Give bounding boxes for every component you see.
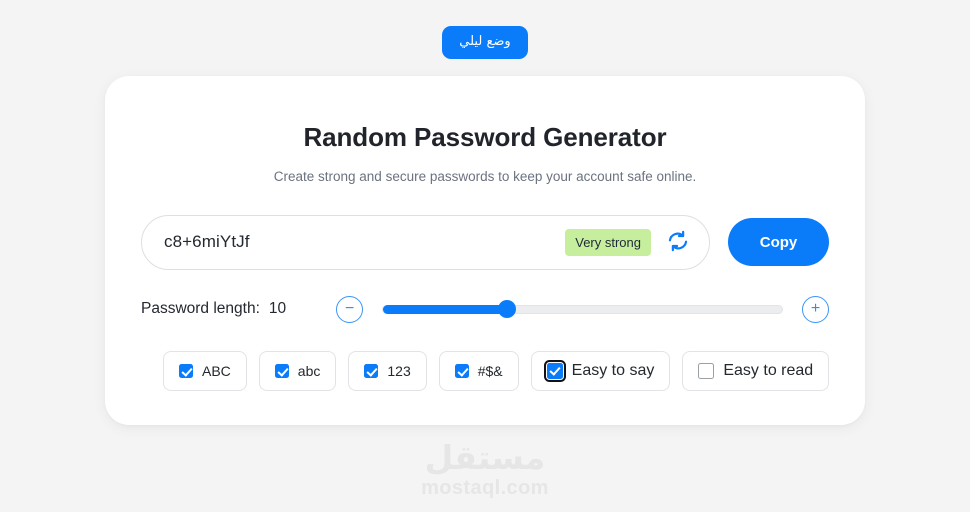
slider-thumb[interactable]	[497, 300, 516, 319]
option-label-symbols: #$&	[477, 362, 503, 379]
refresh-icon	[667, 230, 689, 255]
option-symbols[interactable]: #$&	[438, 350, 519, 391]
option-label-uppercase: ABC	[202, 362, 231, 379]
regenerate-password-button[interactable]	[665, 229, 691, 255]
checkbox-easy-to-say[interactable]	[543, 359, 567, 383]
option-easy-to-say[interactable]: Easy to say	[530, 350, 671, 391]
password-strength-badge: Very strong	[565, 228, 651, 256]
checkbox-numbers[interactable]	[364, 363, 379, 378]
password-generator-card: Random Password Generator Create strong …	[105, 75, 865, 425]
checkbox-symbols[interactable]	[454, 363, 469, 378]
option-uppercase[interactable]: ABC	[163, 350, 247, 391]
copy-password-button[interactable]: Copy	[728, 218, 829, 267]
option-label-numbers: 123	[387, 362, 411, 379]
option-lowercase[interactable]: abc	[258, 350, 337, 391]
card-container: Random Password Generator Create strong …	[0, 75, 970, 425]
password-length-value: 10	[268, 300, 287, 318]
generated-password-value[interactable]: c8+6miYtJf	[164, 232, 565, 252]
slider-fill	[383, 304, 507, 314]
night-mode-toolbar: وضع ليلي	[0, 0, 970, 59]
checkbox-uppercase[interactable]	[179, 363, 193, 378]
password-length-row: Password length: 10 − +	[141, 295, 829, 323]
night-mode-toggle-button[interactable]: وضع ليلي	[442, 26, 528, 59]
checkbox-lowercase[interactable]	[274, 363, 289, 378]
watermark-arabic-text: مستقل	[424, 437, 546, 477]
checkbox-easy-to-read[interactable]	[698, 362, 715, 379]
option-label-lowercase: abc	[297, 362, 321, 379]
character-options-row: ABC abc 123 #$& Easy to say Easy to read	[141, 350, 830, 391]
password-field[interactable]: c8+6miYtJf Very strong	[141, 214, 710, 270]
option-label-easy-to-read: Easy to read	[723, 361, 814, 379]
password-length-slider[interactable]	[382, 300, 783, 319]
password-row: c8+6miYtJf Very strong Copy	[141, 214, 829, 270]
watermark: مستقل mostaql.com	[0, 437, 970, 500]
page-title: Random Password Generator	[303, 121, 667, 152]
watermark-latin-text: mostaql.com	[421, 477, 549, 499]
option-numbers[interactable]: 123	[348, 350, 427, 391]
decrease-length-button[interactable]: −	[336, 295, 364, 323]
option-label-easy-to-say: Easy to say	[571, 361, 655, 379]
page-subtitle: Create strong and secure passwords to ke…	[273, 168, 697, 184]
password-length-label: Password length:	[141, 300, 260, 318]
increase-length-button[interactable]: +	[802, 295, 829, 323]
option-easy-to-read[interactable]: Easy to read	[682, 350, 830, 391]
